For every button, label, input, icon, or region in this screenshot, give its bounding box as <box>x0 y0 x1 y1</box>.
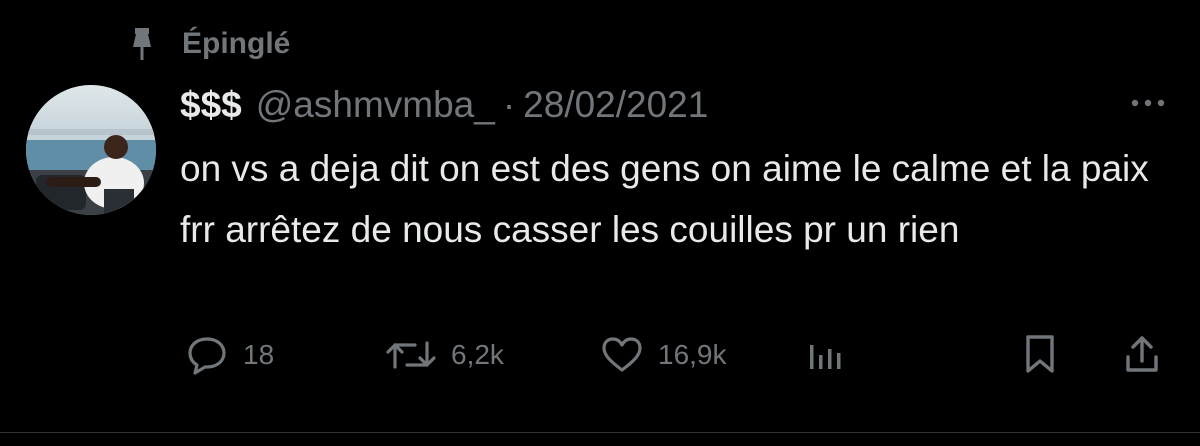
views-button[interactable] <box>805 330 845 380</box>
more-icon <box>1131 99 1165 107</box>
like-count: 16,9k <box>658 339 727 370</box>
more-options-button[interactable] <box>1120 88 1176 118</box>
display-name[interactable]: $$$ <box>180 84 242 126</box>
pinned-label: Épinglé <box>182 27 291 60</box>
retweet-icon <box>385 335 437 375</box>
bookmark-button[interactable] <box>1020 330 1060 380</box>
retweet-button[interactable]: 6,2k <box>385 330 504 380</box>
analytics-icon <box>805 335 845 375</box>
pinned-indicator: Épinglé <box>122 22 290 66</box>
reply-icon <box>185 334 229 376</box>
reply-button[interactable]: 18 <box>185 330 274 380</box>
avatar[interactable] <box>26 85 156 215</box>
pin-icon <box>122 24 162 64</box>
tweet-header: $$$ @ashmvmba_ · 28/02/2021 <box>180 80 708 130</box>
share-icon <box>1122 333 1162 377</box>
heart-icon <box>600 335 644 375</box>
separator-dot: · <box>502 84 516 125</box>
retweet-count: 6,2k <box>451 339 504 370</box>
tweet-date[interactable]: 28/02/2021 <box>523 84 708 126</box>
user-handle[interactable]: @ashmvmba_ <box>256 84 495 126</box>
bookmark-icon <box>1020 333 1060 377</box>
like-button[interactable]: 16,9k <box>600 330 727 380</box>
share-button[interactable] <box>1122 330 1162 380</box>
divider <box>0 432 1200 433</box>
reply-count: 18 <box>243 339 275 370</box>
tweet-actions: 18 6,2k 16,9k <box>0 330 1200 380</box>
tweet-text: on vs a deja dit on est des gens on aime… <box>180 148 1149 250</box>
